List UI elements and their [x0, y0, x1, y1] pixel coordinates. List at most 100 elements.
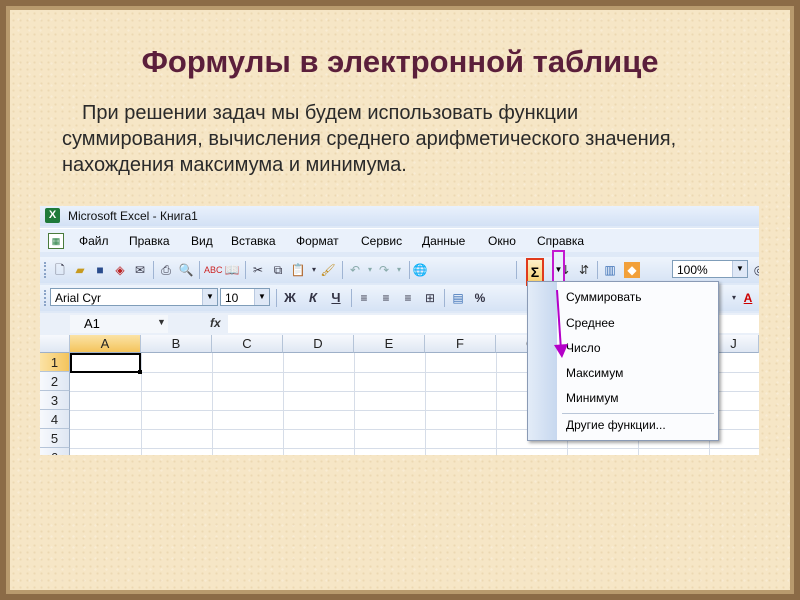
- chevron-down-icon: ▼: [254, 289, 269, 305]
- research-icon[interactable]: 📖: [224, 262, 240, 278]
- hyperlink-icon[interactable]: 🌐: [412, 262, 428, 278]
- underline-button[interactable]: Ч: [328, 290, 344, 306]
- menu-format[interactable]: Формат: [296, 234, 339, 248]
- column-header-d[interactable]: D: [283, 335, 354, 353]
- toolbar-separator: [245, 261, 246, 279]
- insert-function-icon[interactable]: fx: [210, 316, 221, 330]
- row-header-6[interactable]: 6: [40, 448, 70, 455]
- email-icon[interactable]: ✉: [132, 262, 148, 278]
- font-color-icon[interactable]: A: [740, 290, 756, 306]
- align-right-icon[interactable]: ≡: [400, 290, 416, 306]
- zoom-select[interactable]: 100% ▼: [672, 260, 748, 278]
- menu-view[interactable]: Вид: [191, 234, 213, 248]
- name-box-dropdown-icon[interactable]: ▼: [157, 317, 166, 327]
- toolbar-separator: [597, 261, 598, 279]
- name-box[interactable]: A1: [70, 315, 168, 333]
- menu-item-min[interactable]: Минимум: [566, 391, 619, 405]
- currency-icon[interactable]: ▤: [450, 290, 466, 306]
- align-center-icon[interactable]: ≡: [378, 290, 394, 306]
- window-title: Microsoft Excel - Книга1: [68, 209, 198, 223]
- undo-icon[interactable]: ↶: [347, 262, 363, 278]
- font-size-select[interactable]: 10 ▼: [220, 288, 270, 306]
- save-icon[interactable]: ■: [92, 262, 108, 278]
- bold-button[interactable]: Ж: [282, 290, 298, 306]
- row-header-1[interactable]: 1: [40, 353, 70, 372]
- toolbar-grip[interactable]: [44, 262, 49, 278]
- slide-paragraph: При решении задач мы будем использовать …: [62, 100, 762, 178]
- help-icon[interactable]: ◎: [751, 262, 759, 278]
- select-all-corner[interactable]: [40, 335, 70, 353]
- grid-line: [354, 353, 355, 455]
- chart-wizard-icon[interactable]: ▥: [602, 262, 618, 278]
- toolbar-separator: [153, 261, 154, 279]
- italic-button[interactable]: К: [305, 290, 321, 306]
- menu-window[interactable]: Окно: [488, 234, 516, 248]
- grid-line: [283, 353, 284, 455]
- grid-line: [212, 353, 213, 455]
- column-header-e[interactable]: E: [354, 335, 425, 353]
- name-box-value: A1: [84, 316, 100, 331]
- menu-item-sum[interactable]: Суммировать: [566, 290, 641, 304]
- print-preview-icon[interactable]: 🔍: [178, 262, 194, 278]
- percent-button[interactable]: %: [472, 290, 488, 306]
- format-painter-icon[interactable]: 🖌: [320, 262, 336, 278]
- chevron-down-icon: ▼: [732, 261, 747, 277]
- slide-title: Формулы в электронной таблице: [141, 44, 659, 79]
- copy-icon[interactable]: ⧉: [270, 262, 286, 278]
- menu-tools[interactable]: Сервис: [361, 234, 402, 248]
- cut-icon[interactable]: ✂: [250, 262, 266, 278]
- title-bar: X Microsoft Excel - Книга1: [40, 206, 759, 226]
- fill-handle[interactable]: [138, 370, 142, 374]
- font-size-value: 10: [225, 291, 239, 305]
- redo-dropdown-icon[interactable]: ▾: [391, 262, 407, 278]
- font-name-value: Arial Cyr: [55, 291, 102, 305]
- column-header-c[interactable]: C: [212, 335, 283, 353]
- toolbar-grip[interactable]: [44, 290, 49, 306]
- menu-item-more-functions[interactable]: Другие функции...: [566, 418, 666, 432]
- grid-line: [496, 353, 497, 455]
- print-icon[interactable]: ⎙: [158, 262, 174, 278]
- sort-descending-icon[interactable]: ⇵: [576, 262, 592, 278]
- chevron-down-icon: ▼: [202, 289, 217, 305]
- drawing-icon[interactable]: ◆: [624, 262, 640, 278]
- menu-edit[interactable]: Правка: [129, 234, 170, 248]
- column-header-f[interactable]: F: [425, 335, 496, 353]
- row-header-4[interactable]: 4: [40, 410, 70, 429]
- toolbar-separator: [276, 289, 277, 307]
- standard-toolbar: 🗋 ▰ ■ ◈ ✉ ⎙ 🔍 ABC 📖 ✂ ⧉ 📋 ▾ 🖌 ↶ ▾ ↷ ▾ 🌐 …: [40, 257, 759, 283]
- menu-separator: [562, 413, 714, 414]
- align-left-icon[interactable]: ≡: [356, 290, 372, 306]
- workbook-icon[interactable]: ▦: [48, 233, 64, 249]
- toolbar-separator: [351, 289, 352, 307]
- column-header-b[interactable]: B: [141, 335, 212, 353]
- spelling-icon[interactable]: ABC: [204, 262, 223, 278]
- permission-icon[interactable]: ◈: [112, 262, 128, 278]
- paragraph-line-3: нахождения максимума и минимума.: [62, 154, 407, 176]
- toolbar-separator: [409, 261, 410, 279]
- row-header-2[interactable]: 2: [40, 372, 70, 391]
- toolbar-separator: [199, 261, 200, 279]
- paragraph-line-1: При решении задач мы будем использовать …: [82, 102, 579, 124]
- paste-icon[interactable]: 📋: [290, 262, 306, 278]
- menu-data[interactable]: Данные: [422, 234, 465, 248]
- menu-file[interactable]: Файл: [79, 234, 109, 248]
- row-header-5[interactable]: 5: [40, 429, 70, 448]
- grid-line: [70, 448, 759, 449]
- menu-help[interactable]: Справка: [537, 234, 584, 248]
- grid-line: [425, 353, 426, 455]
- new-icon[interactable]: 🗋: [52, 262, 68, 278]
- active-cell-a1[interactable]: [70, 353, 142, 374]
- menu-insert[interactable]: Вставка: [231, 234, 276, 248]
- open-icon[interactable]: ▰: [72, 262, 88, 278]
- column-header-a[interactable]: A: [70, 335, 141, 353]
- menu-bar: ▦ Файл Правка Вид Вставка Формат Сервис …: [40, 228, 759, 252]
- font-name-select[interactable]: Arial Cyr ▼: [50, 288, 218, 306]
- toolbar-separator: [444, 289, 445, 307]
- row-header-3[interactable]: 3: [40, 391, 70, 410]
- annotation-arrow-icon: [554, 290, 568, 358]
- toolbar-separator: [516, 261, 517, 279]
- redo-icon[interactable]: ↷: [376, 262, 392, 278]
- grid-line: [141, 353, 142, 455]
- toolbar-separator: [342, 261, 343, 279]
- merge-center-icon[interactable]: ⊞: [422, 290, 438, 306]
